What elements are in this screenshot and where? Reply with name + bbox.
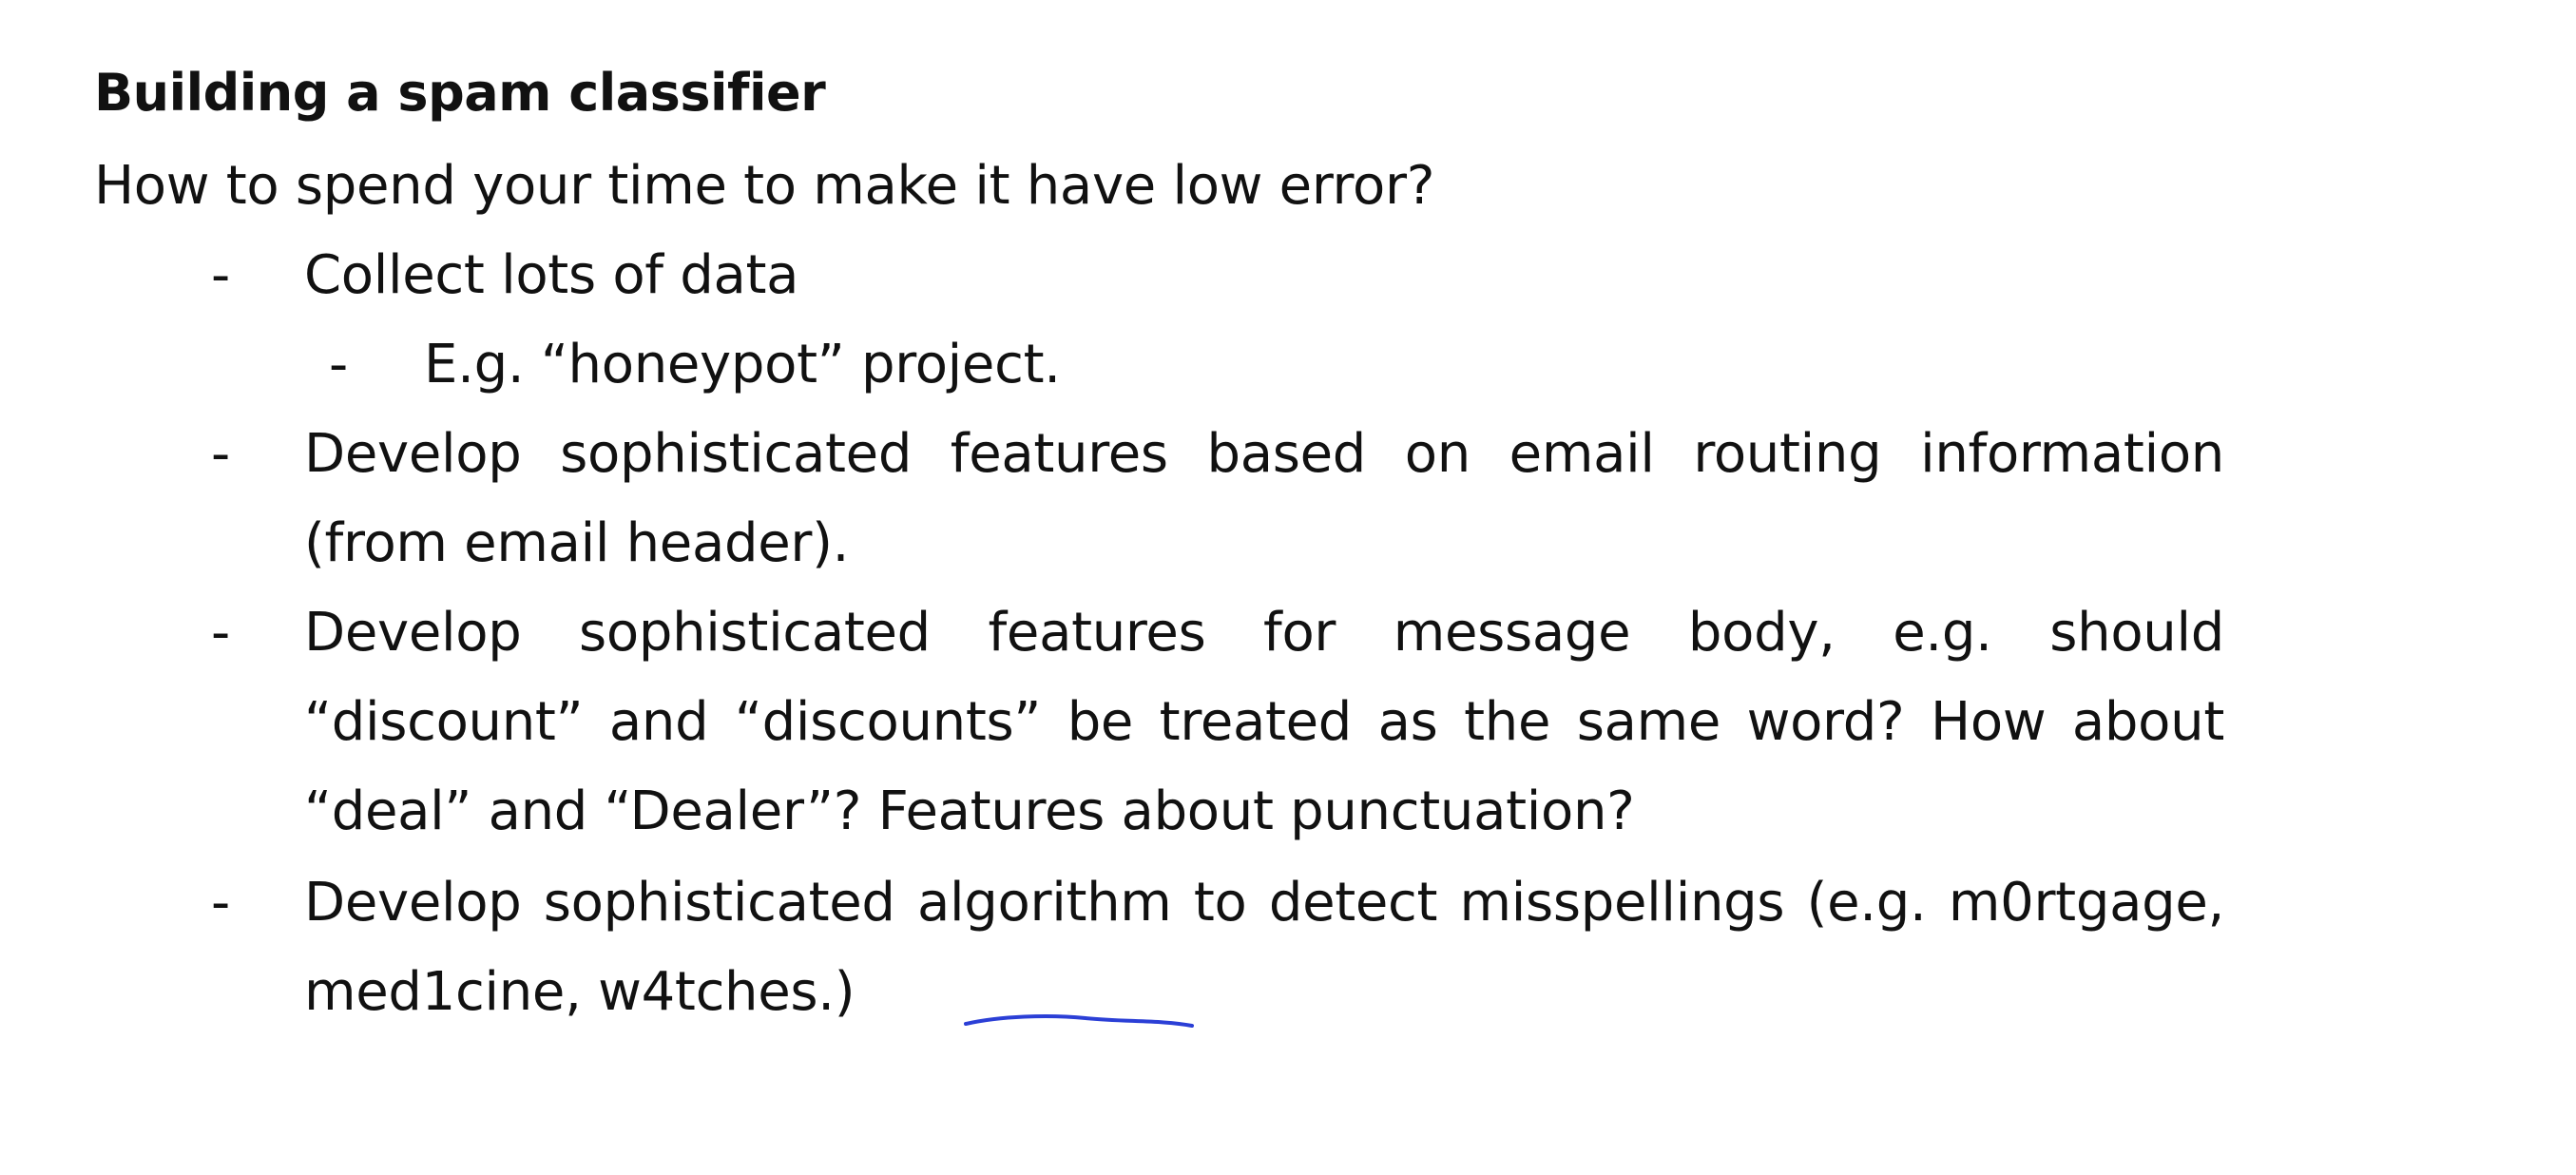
list-item-collect-data: Collect lots of data — [304, 244, 799, 306]
slide-subtitle: How to spend your time to make it have l… — [94, 155, 1435, 217]
sub-list-item-honeypot: E.g. “honeypot” project. — [424, 334, 1061, 395]
bullet-dash: - — [211, 872, 231, 934]
slide: Building a spam classifier How to spend … — [0, 0, 2576, 1175]
bullet-dash: - — [211, 423, 231, 485]
bullet-dash: - — [211, 244, 231, 306]
list-item-misspellings: Develop sophisticated algorithm to detec… — [304, 858, 2224, 1037]
list-item-message-body-features: Develop sophisticated features for messa… — [304, 602, 2224, 842]
sub-bullet-dash: - — [329, 334, 349, 395]
misspellings-text: Develop sophisticated algorithm to detec… — [304, 872, 2224, 1023]
bullet-dash: - — [211, 602, 231, 664]
ink-underline-annotation — [964, 1014, 1194, 1028]
underlined-word: w4tches — [598, 961, 818, 1023]
slide-title: Building a spam classifier — [94, 63, 826, 123]
misspellings-text-end: .) — [817, 961, 855, 1023]
list-item-routing-features: Develop sophisticated features based on … — [304, 423, 2224, 574]
